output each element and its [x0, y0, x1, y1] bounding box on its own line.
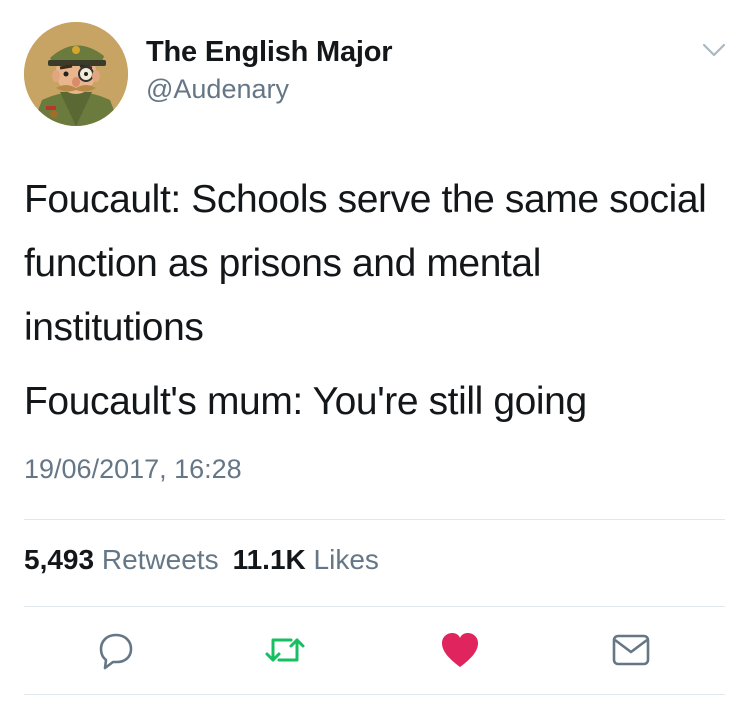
likes-count: 11.1K [232, 544, 306, 575]
retweets-stat[interactable]: 5,493 Retweets [24, 544, 219, 575]
likes-label: Likes [313, 544, 379, 575]
divider [24, 519, 725, 520]
author-handle[interactable]: @Audenary [146, 74, 289, 105]
tweet-paragraph: Foucault: Schools serve the same social … [24, 178, 707, 349]
avatar[interactable] [24, 22, 128, 126]
tweet-paragraph: Foucault's mum: You're still going [24, 380, 587, 423]
divider [24, 606, 725, 607]
share-dm-button[interactable] [609, 630, 653, 674]
tweet-stats: 5,493 Retweets 11.1K Likes [24, 544, 379, 576]
retweets-label: Retweets [101, 544, 219, 575]
chevron-down-icon[interactable] [700, 40, 728, 60]
tweet-card: The English Major @Audenary Foucault: Sc… [0, 0, 741, 711]
retweets-count: 5,493 [24, 544, 95, 575]
envelope-icon [609, 630, 653, 675]
like-button[interactable] [438, 630, 482, 674]
reply-icon [96, 630, 136, 675]
author-display-name[interactable]: The English Major [146, 36, 393, 69]
likes-stat[interactable]: 11.1K Likes [233, 544, 379, 575]
tweet-text: Foucault: Schools serve the same social … [24, 168, 724, 434]
avatar-illustration [24, 22, 128, 126]
divider [24, 694, 725, 695]
retweet-button[interactable] [263, 630, 307, 674]
reply-button[interactable] [94, 630, 138, 674]
retweet-icon [263, 630, 307, 675]
heart-icon [439, 630, 481, 675]
tweet-timestamp[interactable]: 19/06/2017, 16:28 [24, 454, 242, 485]
